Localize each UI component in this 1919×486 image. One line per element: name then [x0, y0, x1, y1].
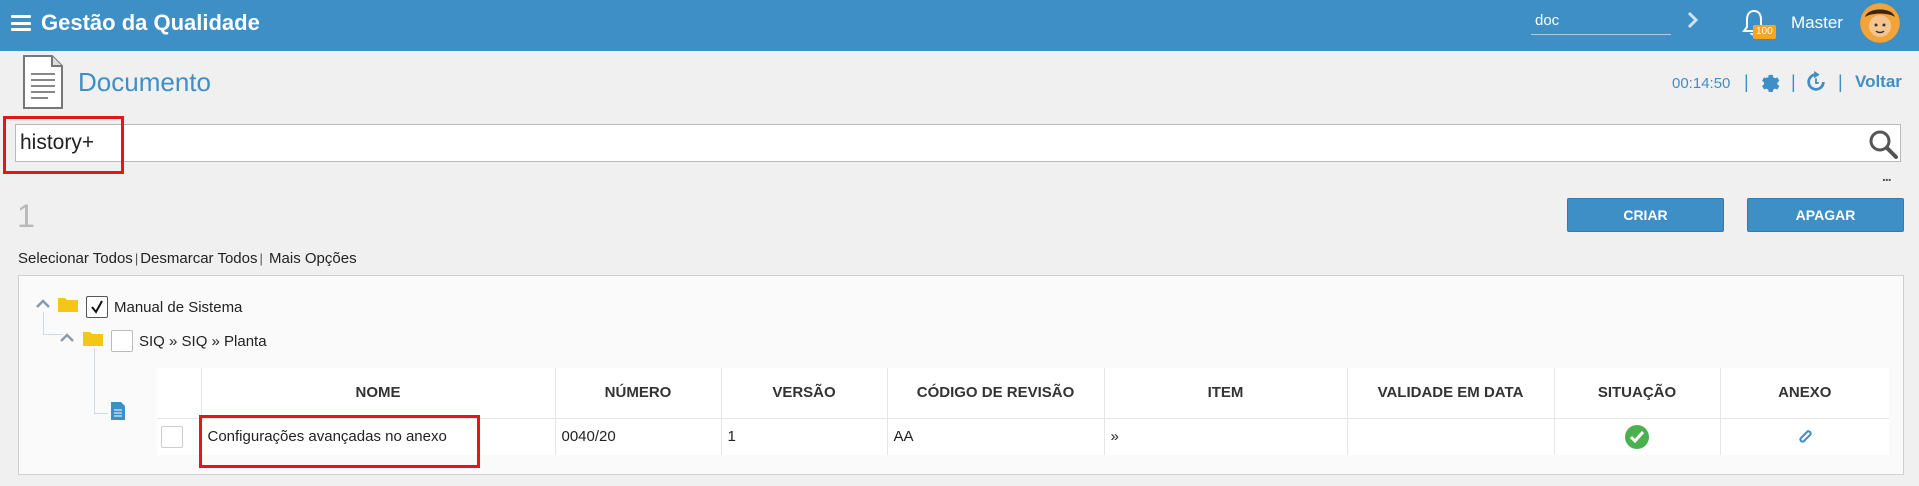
tree-connector — [94, 413, 108, 414]
separator: | — [1744, 72, 1749, 92]
separator: | — [259, 251, 263, 266]
result-count: 1 — [17, 198, 35, 234]
column-header[interactable]: CÓDIGO DE REVISÃO — [887, 368, 1105, 419]
folder-icon — [58, 298, 78, 312]
tree-connector — [94, 348, 95, 413]
chevron-up-icon[interactable] — [60, 332, 74, 342]
tree-item-label[interactable]: SIQ » SIQ » Planta — [139, 333, 267, 350]
search-input[interactable] — [20, 127, 1840, 159]
highlight-box — [3, 116, 124, 174]
column-header[interactable]: ITEM — [1104, 368, 1348, 419]
cell-numero: 0040/20 — [555, 418, 722, 455]
tree-item-label[interactable]: Manual de Sistema — [114, 299, 242, 316]
chevron-up-icon[interactable] — [36, 298, 50, 308]
hamburger-menu-icon[interactable] — [11, 15, 31, 31]
user-name[interactable]: Master — [1791, 13, 1843, 33]
row-checkbox[interactable] — [161, 425, 183, 448]
column-header[interactable]: NÚMERO — [555, 368, 722, 419]
chevron-right-icon[interactable] — [1683, 8, 1703, 32]
notification-badge: 100 — [1753, 25, 1776, 39]
highlight-box — [199, 415, 480, 468]
search-box — [15, 124, 1901, 162]
cell-item[interactable]: » — [1104, 418, 1348, 455]
column-header[interactable]: NOME — [201, 368, 556, 419]
table-header-row: NOME NÚMERO VERSÃO CÓDIGO DE REVISÃO ITE… — [157, 368, 1889, 419]
cell-anexo — [1720, 418, 1889, 455]
column-header-select — [157, 368, 202, 419]
checkbox-manual-de-sistema[interactable] — [86, 296, 108, 318]
column-header[interactable]: ANEXO — [1720, 368, 1889, 419]
row-select-cell — [157, 418, 202, 455]
separator: | — [1791, 72, 1796, 92]
paperclip-icon[interactable] — [1795, 427, 1815, 447]
ok-check-icon — [1625, 424, 1649, 449]
page-title: Documento — [78, 67, 211, 97]
separator: | — [1838, 72, 1843, 92]
app-title: Gestão da Qualidade — [41, 10, 260, 35]
tree-connector — [43, 312, 44, 334]
separator: | — [134, 251, 139, 266]
cell-versao: 1 — [721, 418, 888, 455]
cell-codigo-revisao: AA — [887, 418, 1105, 455]
deselect-all-link[interactable]: Desmarcar Todos — [140, 250, 257, 267]
create-button[interactable]: CRIAR — [1567, 198, 1724, 232]
avatar[interactable] — [1860, 3, 1900, 43]
top-bar: Gestão da Qualidade 100 Master — [0, 0, 1919, 51]
back-link[interactable]: Voltar — [1855, 72, 1902, 92]
selection-links: Selecionar Todos | Desmarcar Todos | Mais O… — [18, 250, 357, 267]
session-timer: 00:14:50 — [1672, 75, 1731, 92]
select-all-link[interactable]: Selecionar Todos — [18, 250, 133, 267]
document-icon — [23, 55, 63, 109]
checkbox-siq-planta[interactable] — [111, 330, 133, 352]
cell-validade — [1347, 418, 1555, 455]
column-header[interactable]: SITUAÇÃO — [1554, 368, 1721, 419]
cell-situacao — [1554, 418, 1721, 455]
more-options-icon[interactable]: ... — [1882, 168, 1892, 184]
user-avatar-icon — [1860, 3, 1900, 43]
file-icon — [111, 402, 125, 420]
gear-icon[interactable] — [1758, 71, 1780, 93]
search-icon[interactable] — [1868, 129, 1898, 159]
global-search-input[interactable] — [1531, 7, 1671, 35]
refresh-history-icon[interactable] — [1805, 71, 1827, 93]
more-options-link[interactable]: Mais Opções — [269, 250, 357, 267]
delete-button[interactable]: APAGAR — [1747, 198, 1904, 232]
column-header[interactable]: VERSÃO — [721, 368, 888, 419]
column-header[interactable]: VALIDADE EM DATA — [1347, 368, 1555, 419]
folder-icon — [83, 332, 103, 346]
check-icon — [91, 300, 103, 314]
